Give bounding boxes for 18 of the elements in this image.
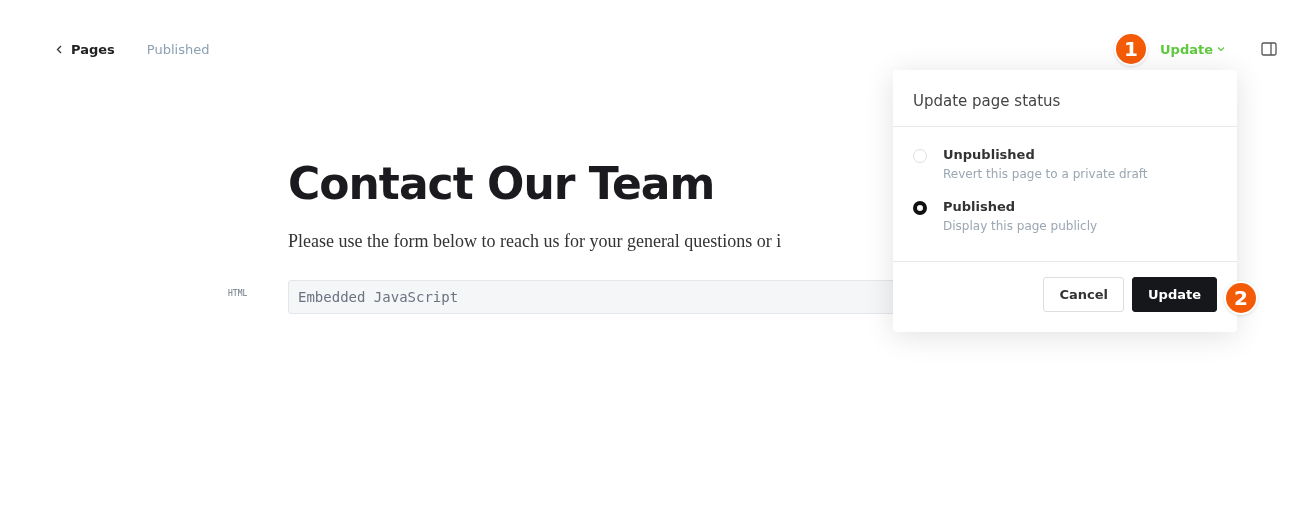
chevron-left-icon: [56, 44, 62, 54]
option-label: Published: [943, 199, 1017, 214]
back-link[interactable]: Pages: [56, 41, 115, 57]
update-button[interactable]: Update: [1132, 277, 1217, 312]
option-description: Revert this page to a private draft: [943, 167, 1148, 181]
page-heading: Contact Our Team: [288, 158, 715, 209]
sidebar-toggle-icon[interactable]: [1261, 42, 1277, 56]
radio-button[interactable]: [913, 201, 927, 215]
page-paragraph: Please use the form below to reach us for your general questions or i: [288, 231, 782, 252]
step-marker: 2: [1226, 283, 1256, 313]
popover-title: Update page status: [893, 70, 1237, 127]
page-status: Published: [146, 41, 210, 57]
cancel-button[interactable]: Cancel: [1043, 277, 1124, 312]
block-type-label: HTML: [228, 288, 249, 300]
option-description: Display this page publicly: [943, 219, 1098, 233]
step-marker: 1: [1116, 34, 1146, 64]
caret-icon: [1217, 46, 1225, 52]
option-label: Unpublished: [943, 147, 1036, 162]
